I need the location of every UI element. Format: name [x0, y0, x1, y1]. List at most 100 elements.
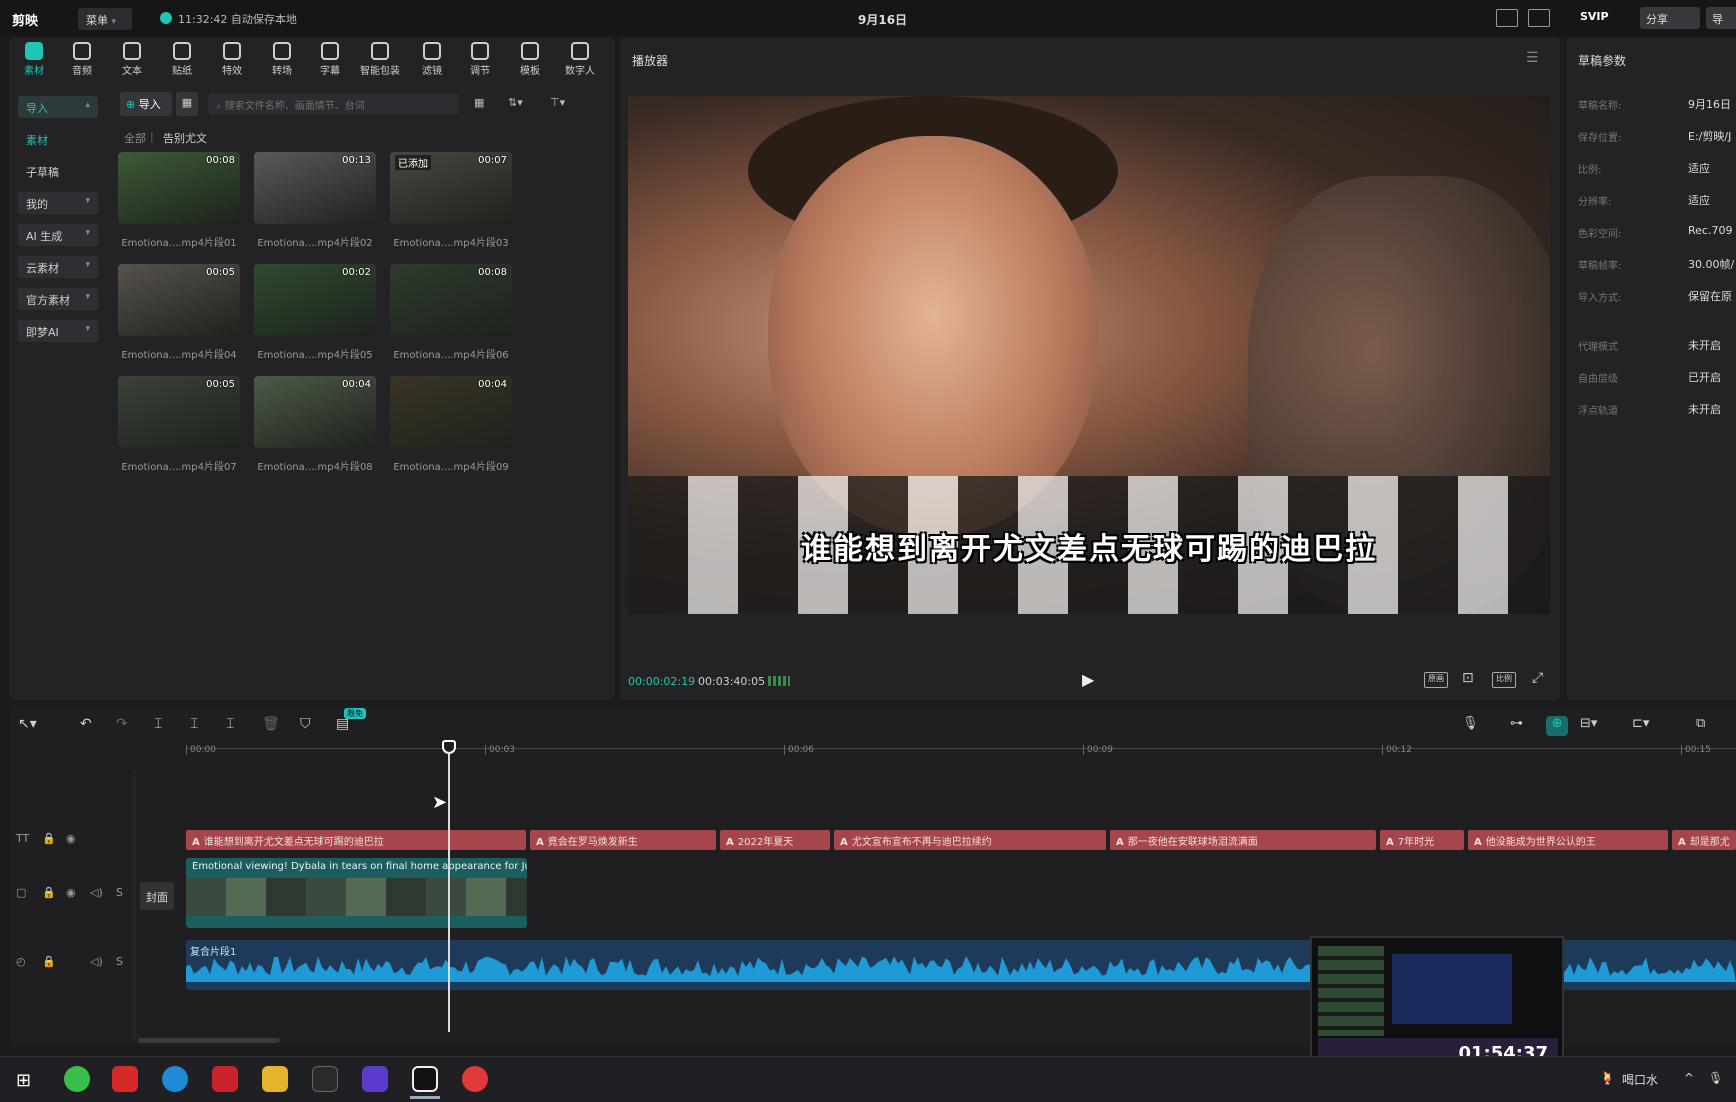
media-thumbnail[interactable]: 00:13 — [254, 152, 376, 224]
volume-icon[interactable]: ◁) — [90, 955, 103, 968]
play-icon[interactable]: ▶ — [1082, 670, 1094, 689]
split-right-icon[interactable]: ⌶ — [226, 716, 234, 732]
timeline-zoom-icon[interactable]: ⧉ — [1696, 716, 1705, 731]
toolbar-effects[interactable]: 特效 — [208, 42, 256, 77]
wechat-icon[interactable] — [64, 1066, 90, 1092]
text-clip[interactable]: A 竟会在罗马焕发新生 — [530, 830, 716, 850]
prop-value[interactable]: 已开启 — [1688, 369, 1721, 385]
purple-app-icon[interactable] — [362, 1066, 388, 1092]
tray-reminder-text[interactable]: 喝口水 — [1622, 1071, 1658, 1088]
playhead-handle[interactable] — [442, 740, 456, 754]
red-app-icon[interactable] — [212, 1066, 238, 1092]
export-button[interactable]: 导 — [1706, 7, 1736, 29]
netease-music-icon[interactable] — [462, 1066, 488, 1092]
cover-button[interactable]: 封面 — [140, 882, 174, 910]
sidebar-item[interactable]: 即梦AI ▾ — [18, 320, 98, 342]
share-button[interactable]: 分享 — [1640, 7, 1700, 29]
sidebar-item[interactable]: 素材 — [18, 128, 98, 150]
mark-icon[interactable]: ⛉ — [300, 716, 311, 732]
redo-icon[interactable]: ↷ — [116, 716, 128, 732]
toolbar-smart-pack[interactable]: 智能包装 — [356, 42, 404, 77]
text-clip[interactable]: A 那一夜他在安联球场泪流满面 — [1110, 830, 1376, 850]
microphone-icon[interactable]: 🎙 — [1462, 716, 1479, 731]
split-left-icon[interactable]: ⌶ — [190, 716, 198, 732]
select-tool-icon[interactable]: ↖▾ — [18, 716, 37, 732]
terminal-icon[interactable] — [312, 1066, 338, 1092]
file-explorer-icon[interactable] — [262, 1066, 288, 1092]
sort-icon[interactable]: ⇅▾ — [508, 96, 523, 109]
snap-icon[interactable]: ⊕ — [1546, 716, 1568, 736]
toolbar-transition[interactable]: 转场 — [258, 42, 306, 77]
playhead[interactable] — [448, 742, 450, 1032]
link-icon[interactable]: ⊶ — [1510, 716, 1523, 731]
eye-icon[interactable]: ◉ — [66, 832, 76, 845]
media-thumbnail[interactable]: 00:04 — [390, 376, 512, 448]
sidebar-item[interactable]: 官方素材 ▾ — [18, 288, 98, 310]
media-thumbnail[interactable]: 00:08 — [390, 264, 512, 336]
sidebar-item[interactable]: 云素材 ▾ — [18, 256, 98, 278]
text-clip[interactable]: A 2022年夏天 — [720, 830, 830, 850]
toolbar-media[interactable]: 素材 — [10, 42, 58, 77]
media-thumbnail[interactable]: 00:02 — [254, 264, 376, 336]
sidebar-item[interactable]: 导入 ▴ — [18, 96, 98, 118]
edge-icon[interactable] — [162, 1066, 188, 1092]
toolbar-caption[interactable]: 字幕 — [306, 42, 354, 77]
filter-icon[interactable]: ⊤▾ — [550, 96, 565, 109]
preview-axis-icon[interactable]: ⊏▾ — [1632, 716, 1649, 731]
original-quality-button[interactable]: 原画 — [1424, 672, 1448, 688]
lock-icon[interactable]: 🔒 — [42, 955, 56, 968]
prop-value[interactable]: 未开启 — [1688, 337, 1721, 353]
sidebar-item[interactable]: 子草稿 — [18, 160, 98, 182]
capcut-icon[interactable] — [412, 1066, 438, 1092]
layout-icon[interactable] — [1528, 9, 1550, 27]
undo-icon[interactable]: ↶ — [80, 716, 92, 732]
text-clip[interactable]: A 却是那尤 — [1672, 830, 1736, 850]
toolbar-template[interactable]: 模板 — [506, 42, 554, 77]
media-thumbnail[interactable]: 00:05 — [118, 264, 240, 336]
sidebar-item[interactable]: AI 生成 ▾ — [18, 224, 98, 246]
text-clip[interactable]: A 尤文宣布宣布不再与迪巴拉续约 — [834, 830, 1106, 850]
video-preview[interactable]: 谁能想到离开尤文差点无球可踢的迪巴拉 — [628, 96, 1550, 614]
breadcrumb-all[interactable]: 全部 — [124, 130, 146, 146]
text-clip[interactable]: A 他没能成为世界公认的王 — [1468, 830, 1668, 850]
toolbar-filter[interactable]: 滤镜 — [408, 42, 456, 77]
lock-icon[interactable]: 🔒 — [42, 832, 56, 845]
toolbar-text[interactable]: 文本 — [108, 42, 156, 77]
sidebar-item[interactable]: 我的 ▾ — [18, 192, 98, 214]
text-clip[interactable]: A 7年时光 — [1380, 830, 1464, 850]
timeline-scrollbar[interactable] — [138, 1038, 280, 1043]
toolbar-sticker[interactable]: 贴纸 — [158, 42, 206, 77]
solo-icon[interactable]: S — [116, 955, 123, 968]
text-clip[interactable]: A 谁能想到离开尤文差点无球可踢的迪巴拉 — [186, 830, 526, 850]
menu-button[interactable]: 菜单 ▾ — [78, 8, 132, 30]
toolbar-audio[interactable]: 音频 — [58, 42, 106, 77]
toolbar-avatar[interactable]: 数字人 — [556, 42, 604, 77]
wps-icon[interactable] — [112, 1066, 138, 1092]
track-link-icon[interactable]: ⊟▾ — [1580, 716, 1597, 731]
view-mode-icon[interactable]: ▦ — [474, 96, 484, 109]
media-thumbnail[interactable]: 00:08 — [118, 152, 240, 224]
tray-expand-icon[interactable]: ^ — [1684, 1071, 1694, 1085]
media-thumbnail[interactable]: 00:04 — [254, 376, 376, 448]
windows-start-icon[interactable]: ⊞ — [16, 1070, 31, 1091]
prop-value[interactable]: 未开启 — [1688, 401, 1721, 417]
media-thumbnail[interactable]: 00:05 — [118, 376, 240, 448]
media-thumbnail[interactable]: 00:07 已添加 — [390, 152, 512, 224]
drink-water-reminder-icon[interactable]: 🍹 — [1600, 1071, 1615, 1085]
eye-icon[interactable]: ◉ — [66, 886, 76, 899]
fullscreen-icon[interactable]: ⤢ — [1532, 670, 1543, 686]
search-input[interactable]: ⌕ 搜索文件名称、画面情节、台词 — [208, 93, 458, 115]
delete-icon[interactable]: 🗑 — [262, 716, 280, 732]
video-clip[interactable]: Emotional viewing! Dybala in tears on fi… — [186, 858, 527, 928]
volume-icon[interactable]: ◁) — [90, 886, 103, 899]
svip-badge[interactable]: SVIP — [1580, 10, 1609, 23]
solo-icon[interactable]: S — [116, 886, 123, 899]
ratio-button[interactable]: 比例 — [1492, 672, 1516, 688]
toolbar-adjust[interactable]: 调节 — [456, 42, 504, 77]
shortcut-icon[interactable] — [1496, 9, 1518, 27]
import-button[interactable]: ⊕ 导入 — [120, 92, 172, 116]
split-icon[interactable]: ⌶ — [154, 716, 162, 732]
grid-view-icon[interactable]: ▦ — [176, 92, 198, 116]
tray-mic-icon[interactable]: 🎙 — [1708, 1071, 1723, 1085]
screenshot-icon[interactable]: ⊡ — [1462, 670, 1474, 686]
